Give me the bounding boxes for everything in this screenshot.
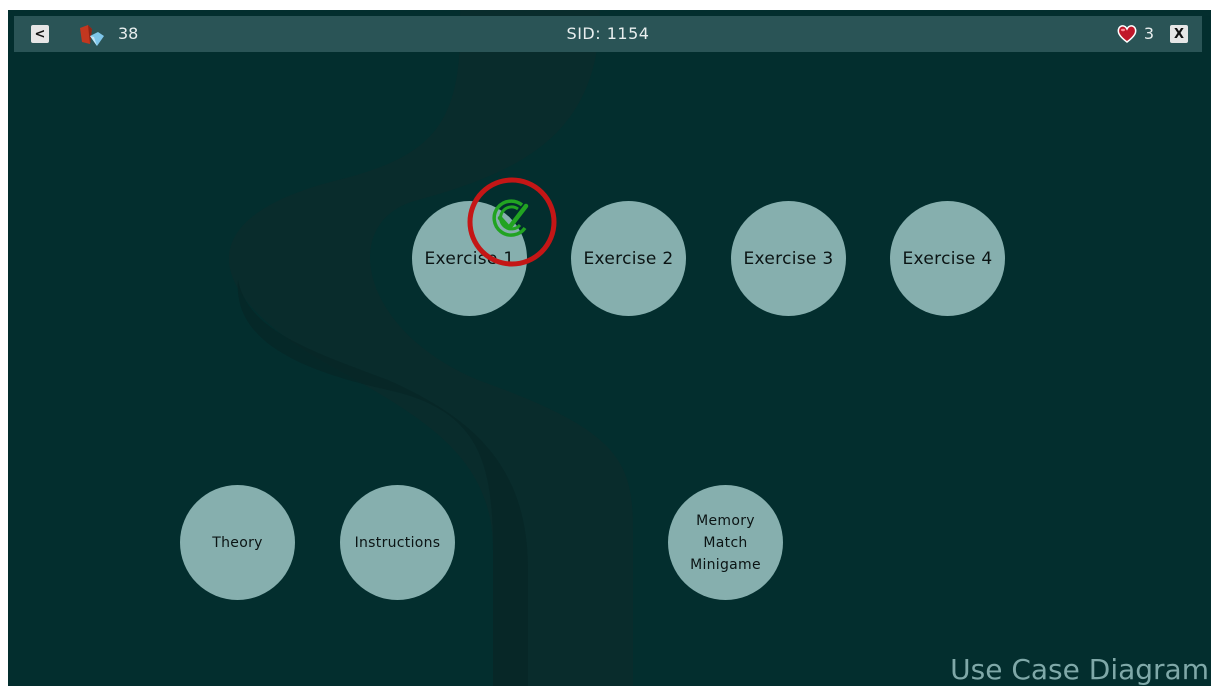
exercise-1-node[interactable]: Exercise 1	[412, 201, 527, 316]
heart-icon	[1117, 25, 1137, 43]
exercise-4-label: Exercise 4	[902, 248, 993, 269]
session-id: SID: 1154	[566, 24, 650, 43]
theory-label: Theory	[212, 534, 263, 551]
exercise-3-label: Exercise 3	[743, 248, 834, 269]
memory-match-minigame-node[interactable]: Memory Match Minigame	[668, 485, 783, 600]
exercise-3-node[interactable]: Exercise 3	[731, 201, 846, 316]
theory-node[interactable]: Theory	[180, 485, 295, 600]
minigame-label-line3: Minigame	[690, 556, 761, 573]
top-bar: < 38 SID: 1154 3 X	[14, 16, 1202, 52]
close-button[interactable]: X	[1170, 25, 1188, 43]
instructions-node[interactable]: Instructions	[340, 485, 455, 600]
minigame-label-line1: Memory	[696, 512, 755, 529]
exercise-2-label: Exercise 2	[583, 248, 674, 269]
winding-path	[228, 10, 634, 686]
instructions-label: Instructions	[354, 534, 441, 551]
game-stage: Exercise 1 Exercise 2 Exercise 3 Exercis…	[8, 10, 1211, 686]
exercise-4-node[interactable]: Exercise 4	[890, 201, 1005, 316]
diagram-caption: Use Case Diagram	[950, 653, 1209, 686]
exercise-1-label: Exercise 1	[424, 248, 515, 269]
exercise-2-node[interactable]: Exercise 2	[571, 201, 686, 316]
minigame-label-line2: Match	[703, 534, 748, 551]
lives-count: 3	[1143, 24, 1154, 43]
